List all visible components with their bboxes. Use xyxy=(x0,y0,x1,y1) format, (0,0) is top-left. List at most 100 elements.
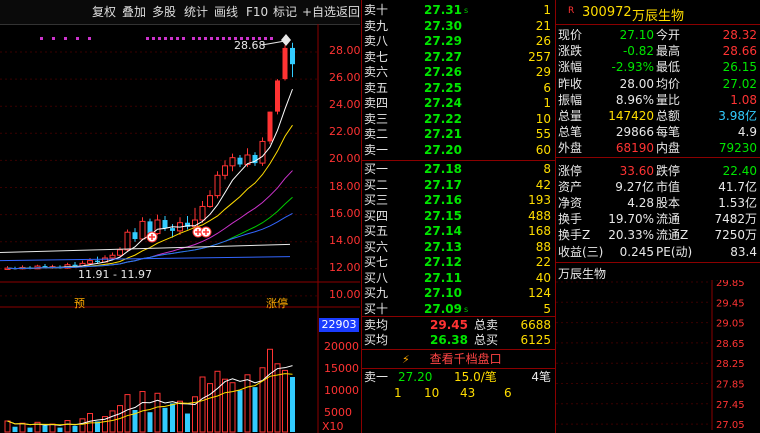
trade-detail-value: 6 xyxy=(504,386,512,400)
ask-row[interactable]: 卖二 27.21 55 xyxy=(362,127,555,142)
quote-label: 今开 xyxy=(656,28,681,42)
volume-bar xyxy=(154,392,161,433)
view-1000-depth-button[interactable]: ⚡ 查看千档盘口 xyxy=(402,351,502,367)
ask-price: 27.26 xyxy=(424,65,462,79)
bid-row[interactable]: 买四 27.15 488 xyxy=(362,209,555,224)
volume-bar xyxy=(222,378,228,433)
ask-level-label: 卖四 xyxy=(364,96,389,110)
bid-level-label: 买二 xyxy=(364,177,389,192)
kline-chart-panel[interactable]: 28.00 26.00 24.00 22.00 20.00 18.00 16.0… xyxy=(0,24,361,433)
ask-row[interactable]: 卖三 27.22 10 xyxy=(362,112,555,127)
chart-toolbar: 复权 叠加 多股 统计 画线 F10 标记 +自选 返回 xyxy=(0,0,360,25)
volume-bar xyxy=(57,427,63,432)
candle-body xyxy=(214,174,221,197)
volume-tick: 5000 xyxy=(324,406,352,419)
candle-body xyxy=(229,157,236,167)
quote-value: 4.28 xyxy=(627,196,654,210)
candle-body xyxy=(109,254,116,259)
ask-total-label: 总卖 xyxy=(474,318,499,332)
volume-bar xyxy=(12,426,18,432)
mini-intraday-chart[interactable]: 29.85 29.45 29.05 28.65 28.25 27.85 27.45 27.05 xyxy=(556,280,760,430)
ask-row[interactable]: 卖十 27.31 s 1 xyxy=(362,3,555,18)
margin-badge: R xyxy=(568,6,575,16)
bid-row[interactable]: 买三 27.16 193 xyxy=(362,193,555,208)
ask-row[interactable]: 卖六 27.26 29 xyxy=(362,65,555,80)
quote-value: 7250万 xyxy=(714,228,757,243)
volume-bar xyxy=(274,363,281,433)
limit-up-marker[interactable]: 涨停 xyxy=(266,295,288,311)
back-button[interactable]: 返回 xyxy=(336,4,360,20)
mini-price-tick: 29.85 xyxy=(716,280,745,289)
quote-value: 3.98亿 xyxy=(718,109,757,123)
quote-row: 涨幅 -2.93% 最低 26.15 xyxy=(556,60,760,74)
mini-price-tick: 29.45 xyxy=(716,298,745,309)
ask-price: 27.24 xyxy=(424,96,462,110)
ask-price: 27.20 xyxy=(424,142,462,157)
quote-divider xyxy=(556,24,760,25)
ask-row[interactable]: 卖九 27.30 21 xyxy=(362,19,555,34)
bid-row[interactable]: 买七 27.12 22 xyxy=(362,255,555,270)
ask-row[interactable]: 卖四 27.24 1 xyxy=(362,96,555,111)
ask-row[interactable]: 卖八 27.29 26 xyxy=(362,34,555,49)
quote-label: 股本 xyxy=(656,196,681,210)
volume-bar xyxy=(229,382,236,433)
draw-line-button[interactable]: 画线 xyxy=(214,4,238,20)
quote-label: 均价 xyxy=(656,76,681,91)
mark-button[interactable]: 标记 xyxy=(273,4,297,20)
quote-value: 20.33% xyxy=(608,228,654,243)
bid-price: 27.15 xyxy=(424,208,462,223)
fuquan-button[interactable]: 复权 xyxy=(92,4,116,20)
bid-row[interactable]: 买十 27.09 s 5 xyxy=(362,302,555,317)
bid-row[interactable]: 买八 27.11 40 xyxy=(362,271,555,286)
kline-chart[interactable] xyxy=(0,24,360,433)
quote-label: 流通Z xyxy=(656,228,689,243)
ask-row[interactable]: 卖五 27.25 6 xyxy=(362,81,555,96)
forecast-marker[interactable]: 预 xyxy=(74,295,85,311)
quote-value: 29866 xyxy=(615,125,654,140)
signal-dot xyxy=(210,37,213,40)
quote-value: 28.00 xyxy=(619,76,654,91)
quote-value: 22.40 xyxy=(722,163,757,178)
f10-button[interactable]: F10 xyxy=(246,4,268,20)
quote-value: 26.15 xyxy=(722,60,757,75)
ask-level-label: 卖五 xyxy=(364,80,389,95)
signal-dot xyxy=(52,37,55,40)
multi-stock-button[interactable]: 多股 xyxy=(152,4,176,20)
mini-price-tick: 28.25 xyxy=(716,359,745,370)
ask-volume: 29 xyxy=(535,65,551,79)
add-watchlist-button[interactable]: +自选 xyxy=(302,4,336,20)
signal-dot xyxy=(204,37,207,40)
mini-price-tick: 28.65 xyxy=(716,339,745,350)
ask-volume: 1 xyxy=(543,3,551,17)
ask-row[interactable]: 卖七 27.27 257 xyxy=(362,50,555,65)
bid-level-label: 买六 xyxy=(364,239,389,254)
bid-row[interactable]: 买五 27.14 168 xyxy=(362,224,555,239)
bid-row[interactable]: 买九 27.10 124 xyxy=(362,286,555,301)
signal-dot xyxy=(152,37,155,40)
quote-panel: R 300972 万辰生物 现价 27.10 今开 28.32 涨跌 -0.82 最高 28.… xyxy=(555,0,760,433)
bid-level-label: 买九 xyxy=(364,286,389,300)
volume-bar xyxy=(162,407,168,432)
volume-bar xyxy=(79,418,86,433)
ask-volume: 6 xyxy=(543,80,551,95)
moving-average-line xyxy=(0,256,291,262)
bid-row[interactable]: 买一 27.18 8 xyxy=(362,162,555,177)
bid-price: 27.10 xyxy=(424,286,462,300)
overlay-button[interactable]: 叠加 xyxy=(122,4,146,20)
quote-value: 147420 xyxy=(608,109,654,123)
bid-row[interactable]: 买六 27.13 88 xyxy=(362,240,555,255)
candle-body xyxy=(275,80,280,112)
quote-value: 1.08 xyxy=(730,92,757,107)
bid-level-label: 买四 xyxy=(364,208,389,223)
volume-tick: 20000 xyxy=(324,340,359,353)
bid-row[interactable]: 买二 27.17 42 xyxy=(362,178,555,193)
ask-row[interactable]: 卖一 27.20 60 xyxy=(362,143,555,158)
statistics-button[interactable]: 统计 xyxy=(184,4,208,20)
quote-label: 最高 xyxy=(656,44,681,59)
signal-dot xyxy=(216,37,219,40)
quote-label: PE(动) xyxy=(656,244,693,259)
bid-price: 27.16 xyxy=(424,193,462,207)
volume-bar xyxy=(177,400,183,433)
quote-divider xyxy=(556,157,760,158)
mini-price-tick: 29.05 xyxy=(716,319,745,330)
